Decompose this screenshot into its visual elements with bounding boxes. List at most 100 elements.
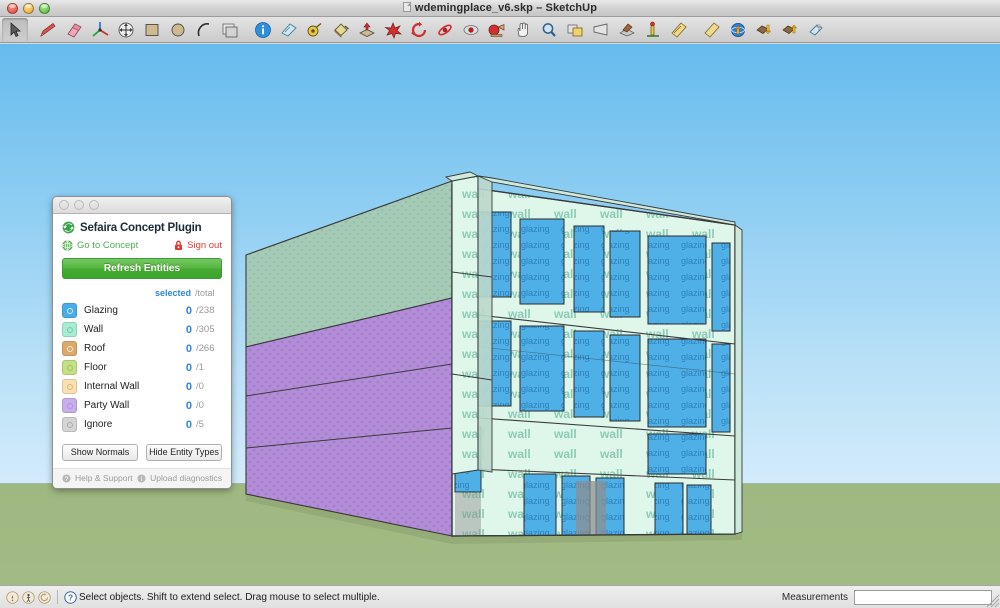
zoom-extents-tool-button[interactable]	[562, 18, 588, 42]
panel-minimize-button[interactable]	[74, 200, 84, 210]
zoom-window-icon	[593, 22, 608, 36]
lock-icon	[175, 240, 183, 250]
panel-action-buttons: Show Normals Hide Entity Types	[62, 444, 222, 461]
entity-info-tool-button[interactable]	[250, 18, 276, 42]
corner-setback-block	[451, 175, 493, 475]
window-resize-grip[interactable]	[986, 594, 1000, 608]
question-circle-icon: ?	[62, 473, 71, 482]
swatch-floor[interactable]	[62, 360, 77, 375]
walk-icon	[488, 23, 505, 37]
previous-view-tool-button[interactable]	[614, 18, 640, 42]
info-circle-small-icon: i	[137, 473, 146, 482]
upload-diagnostics-label: Upload diagnostics	[150, 473, 222, 483]
position-camera-tool-button[interactable]	[640, 18, 666, 42]
hide-entity-types-button[interactable]: Hide Entity Types	[146, 444, 222, 461]
front-elevation	[451, 184, 736, 537]
document-icon	[402, 2, 411, 12]
walk-tool-button[interactable]	[484, 18, 510, 42]
move-tool-button[interactable]	[113, 18, 139, 42]
get-models-tool-button[interactable]	[751, 18, 777, 42]
question-mark-icon[interactable]: ?	[64, 590, 77, 604]
go-to-concept-link[interactable]: Go to Concept	[62, 240, 138, 251]
context-help-icon[interactable]	[6, 590, 19, 604]
human-scale-icon[interactable]	[22, 590, 35, 604]
entity-columns-header: selected /total	[62, 288, 222, 298]
help-and-support-link[interactable]: ? Help & Support	[62, 473, 133, 483]
swatch-roof[interactable]	[62, 341, 77, 356]
entity-row-roof[interactable]: Roof 0 /266	[62, 339, 222, 358]
entity-list: Glazing 0 /238 Wall 0 /305 Roof 0 /266 F…	[62, 301, 222, 434]
dimension-tool-button[interactable]	[699, 18, 725, 42]
share-model-tool-button[interactable]	[725, 18, 751, 42]
panel-footer: ? Help & Support i Upload diagnostics	[53, 468, 231, 488]
entity-row-floor[interactable]: Floor 0 /1	[62, 358, 222, 377]
make-component-tool-button[interactable]	[803, 18, 829, 42]
sefaira-concept-plugin-panel[interactable]: Sefaira Concept Plugin Go to Concept Sig…	[52, 196, 232, 489]
panel-maximize-button[interactable]	[89, 200, 99, 210]
protractor-tool-button[interactable]	[276, 18, 302, 42]
push-pull-icon	[359, 22, 375, 37]
swatch-wall[interactable]	[62, 322, 77, 337]
globe-icon	[62, 240, 73, 251]
entity-row-ignore[interactable]: Ignore 0 /5	[62, 415, 222, 434]
zoom-tool-button[interactable]	[536, 18, 562, 42]
component-download-icon	[756, 24, 772, 34]
arc-tool-button[interactable]	[191, 18, 217, 42]
section-plane-tool-button[interactable]	[666, 18, 692, 42]
eraser-tool-button[interactable]	[61, 18, 87, 42]
entity-row-party-wall[interactable]: Party Wall 0 /0	[62, 396, 222, 415]
rectangle-tool-button[interactable]	[139, 18, 165, 42]
entity-row-internal-wall[interactable]: Internal Wall 0 /0	[62, 377, 222, 396]
push-pull-tool-button[interactable]	[354, 18, 380, 42]
share-component-tool-button[interactable]	[777, 18, 803, 42]
column-header-selected: selected	[154, 288, 191, 298]
panel-header: Sefaira Concept Plugin	[62, 221, 222, 234]
circle-tool-button[interactable]	[165, 18, 191, 42]
panel-close-button[interactable]	[59, 200, 69, 210]
hand-icon	[517, 22, 528, 37]
rotate-icon	[411, 21, 427, 37]
show-normals-button[interactable]: Show Normals	[62, 444, 138, 461]
sefaira-logo-icon	[62, 221, 75, 234]
arc-icon	[197, 22, 210, 36]
measurements-input[interactable]	[854, 589, 992, 605]
refresh-icon[interactable]	[38, 590, 51, 604]
main-toolbar	[0, 17, 1000, 43]
zoom-window-tool-button[interactable]	[588, 18, 614, 42]
entity-label-ignore: Ignore	[84, 419, 113, 430]
paint-bucket-tool-button[interactable]	[328, 18, 354, 42]
follow-me-tool-button[interactable]	[380, 18, 406, 42]
look-around-tool-button[interactable]	[458, 18, 484, 42]
entity-row-wall[interactable]: Wall 0 /305	[62, 320, 222, 339]
modeling-viewport[interactable]: wall glazing	[0, 44, 1000, 585]
orbit-tool-button[interactable]	[432, 18, 458, 42]
entity-label-roof: Roof	[84, 343, 106, 354]
offset-tool-button[interactable]	[217, 18, 243, 42]
swatch-internal-wall[interactable]	[62, 379, 77, 394]
sign-out-link[interactable]: Sign out	[174, 240, 222, 251]
pan-tool-button[interactable]	[510, 18, 536, 42]
position-camera-icon	[647, 21, 659, 37]
swatch-ignore[interactable]	[62, 417, 77, 432]
tape-measure-tool-button[interactable]	[302, 18, 328, 42]
entity-row-glazing[interactable]: Glazing 0 /238	[62, 301, 222, 320]
swatch-glazing[interactable]	[62, 303, 77, 318]
rotate-tool-button[interactable]	[406, 18, 432, 42]
select-tool-button[interactable]	[2, 17, 28, 42]
refresh-entities-button[interactable]: Refresh Entities	[62, 258, 222, 279]
orbit-icon	[438, 23, 452, 36]
pencil-icon	[40, 22, 56, 37]
panel-titlebar[interactable]	[53, 197, 231, 214]
axes-icon	[92, 21, 109, 37]
svg-text:i: i	[141, 475, 142, 482]
magnifier-icon	[542, 22, 556, 37]
eraser-icon	[67, 22, 82, 38]
zoom-extents-icon	[567, 24, 583, 36]
select-arrow-icon	[10, 21, 21, 37]
go-to-concept-label: Go to Concept	[77, 240, 139, 251]
swatch-party-wall[interactable]	[62, 398, 77, 413]
line-tool-button[interactable]	[35, 18, 61, 42]
upload-diagnostics-link[interactable]: i Upload diagnostics	[137, 473, 222, 483]
axes-tool-button[interactable]	[87, 18, 113, 42]
status-divider	[57, 590, 58, 604]
